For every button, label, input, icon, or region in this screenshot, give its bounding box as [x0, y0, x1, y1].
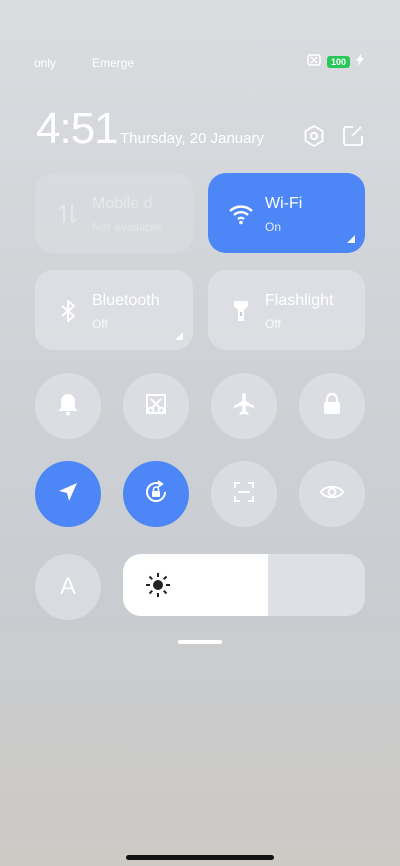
date-label: Thursday, 20 January [120, 130, 264, 147]
sun-icon [145, 572, 171, 598]
no-sim-icon [307, 54, 321, 69]
expand-corner-icon[interactable] [175, 332, 183, 340]
carrier-label: only [34, 56, 57, 70]
wifi-icon [228, 201, 254, 227]
toggle-lock[interactable] [299, 373, 365, 439]
header: 4:51 Thursday, 20 January [36, 104, 366, 156]
auto-brightness-button[interactable]: A [35, 554, 101, 620]
toggle-sound[interactable] [35, 373, 101, 439]
lock-icon [319, 391, 345, 422]
tile-subtitle: Not available [92, 220, 162, 234]
toggle-reading-mode[interactable] [299, 461, 365, 527]
toggle-scanner[interactable] [211, 461, 277, 527]
toggle-screenshot[interactable] [123, 373, 189, 439]
edit-icon[interactable] [341, 124, 365, 148]
tile-mobile-data[interactable]: Mobile d Not available [35, 173, 193, 253]
brightness-slider[interactable] [123, 554, 365, 616]
expand-corner-icon[interactable] [347, 235, 355, 243]
home-indicator[interactable] [126, 855, 274, 860]
tile-title: Mobile d [92, 195, 153, 212]
charging-icon [356, 54, 364, 69]
tile-bluetooth[interactable]: Bluetooth Off [35, 270, 193, 350]
bell-icon [55, 391, 81, 422]
status-bar: only Emerge 100 [0, 52, 400, 74]
airplane-icon [231, 391, 257, 422]
tile-title: Wi-Fi [265, 195, 303, 212]
rotation-lock-icon [143, 479, 169, 510]
location-icon [55, 479, 81, 510]
toggle-airplane[interactable] [211, 373, 277, 439]
flashlight-icon [228, 298, 254, 324]
settings-icon[interactable] [302, 124, 326, 148]
bluetooth-icon [55, 298, 81, 324]
tile-subtitle: Off [265, 317, 281, 331]
mobile-data-icon [55, 201, 81, 227]
clock: 4:51 [36, 104, 119, 153]
tile-title: Flashlight [265, 292, 334, 309]
carrier-label-2: Emerge [92, 56, 135, 70]
tile-subtitle: On [265, 220, 282, 234]
screenshot-icon [143, 391, 169, 422]
scanner-icon [231, 479, 257, 510]
tile-title: Bluetooth [92, 292, 160, 309]
auto-brightness-label: A [59, 573, 76, 600]
tile-wifi[interactable]: Wi-Fi On [208, 173, 365, 253]
tile-flashlight[interactable]: Flashlight Off [208, 270, 365, 350]
battery-icon: 100 [326, 55, 350, 68]
eye-icon [319, 479, 345, 510]
panel-handle[interactable] [178, 640, 222, 644]
toggle-rotation-lock[interactable] [123, 461, 189, 527]
tile-subtitle: Off [92, 317, 108, 331]
toggle-location[interactable] [35, 461, 101, 527]
